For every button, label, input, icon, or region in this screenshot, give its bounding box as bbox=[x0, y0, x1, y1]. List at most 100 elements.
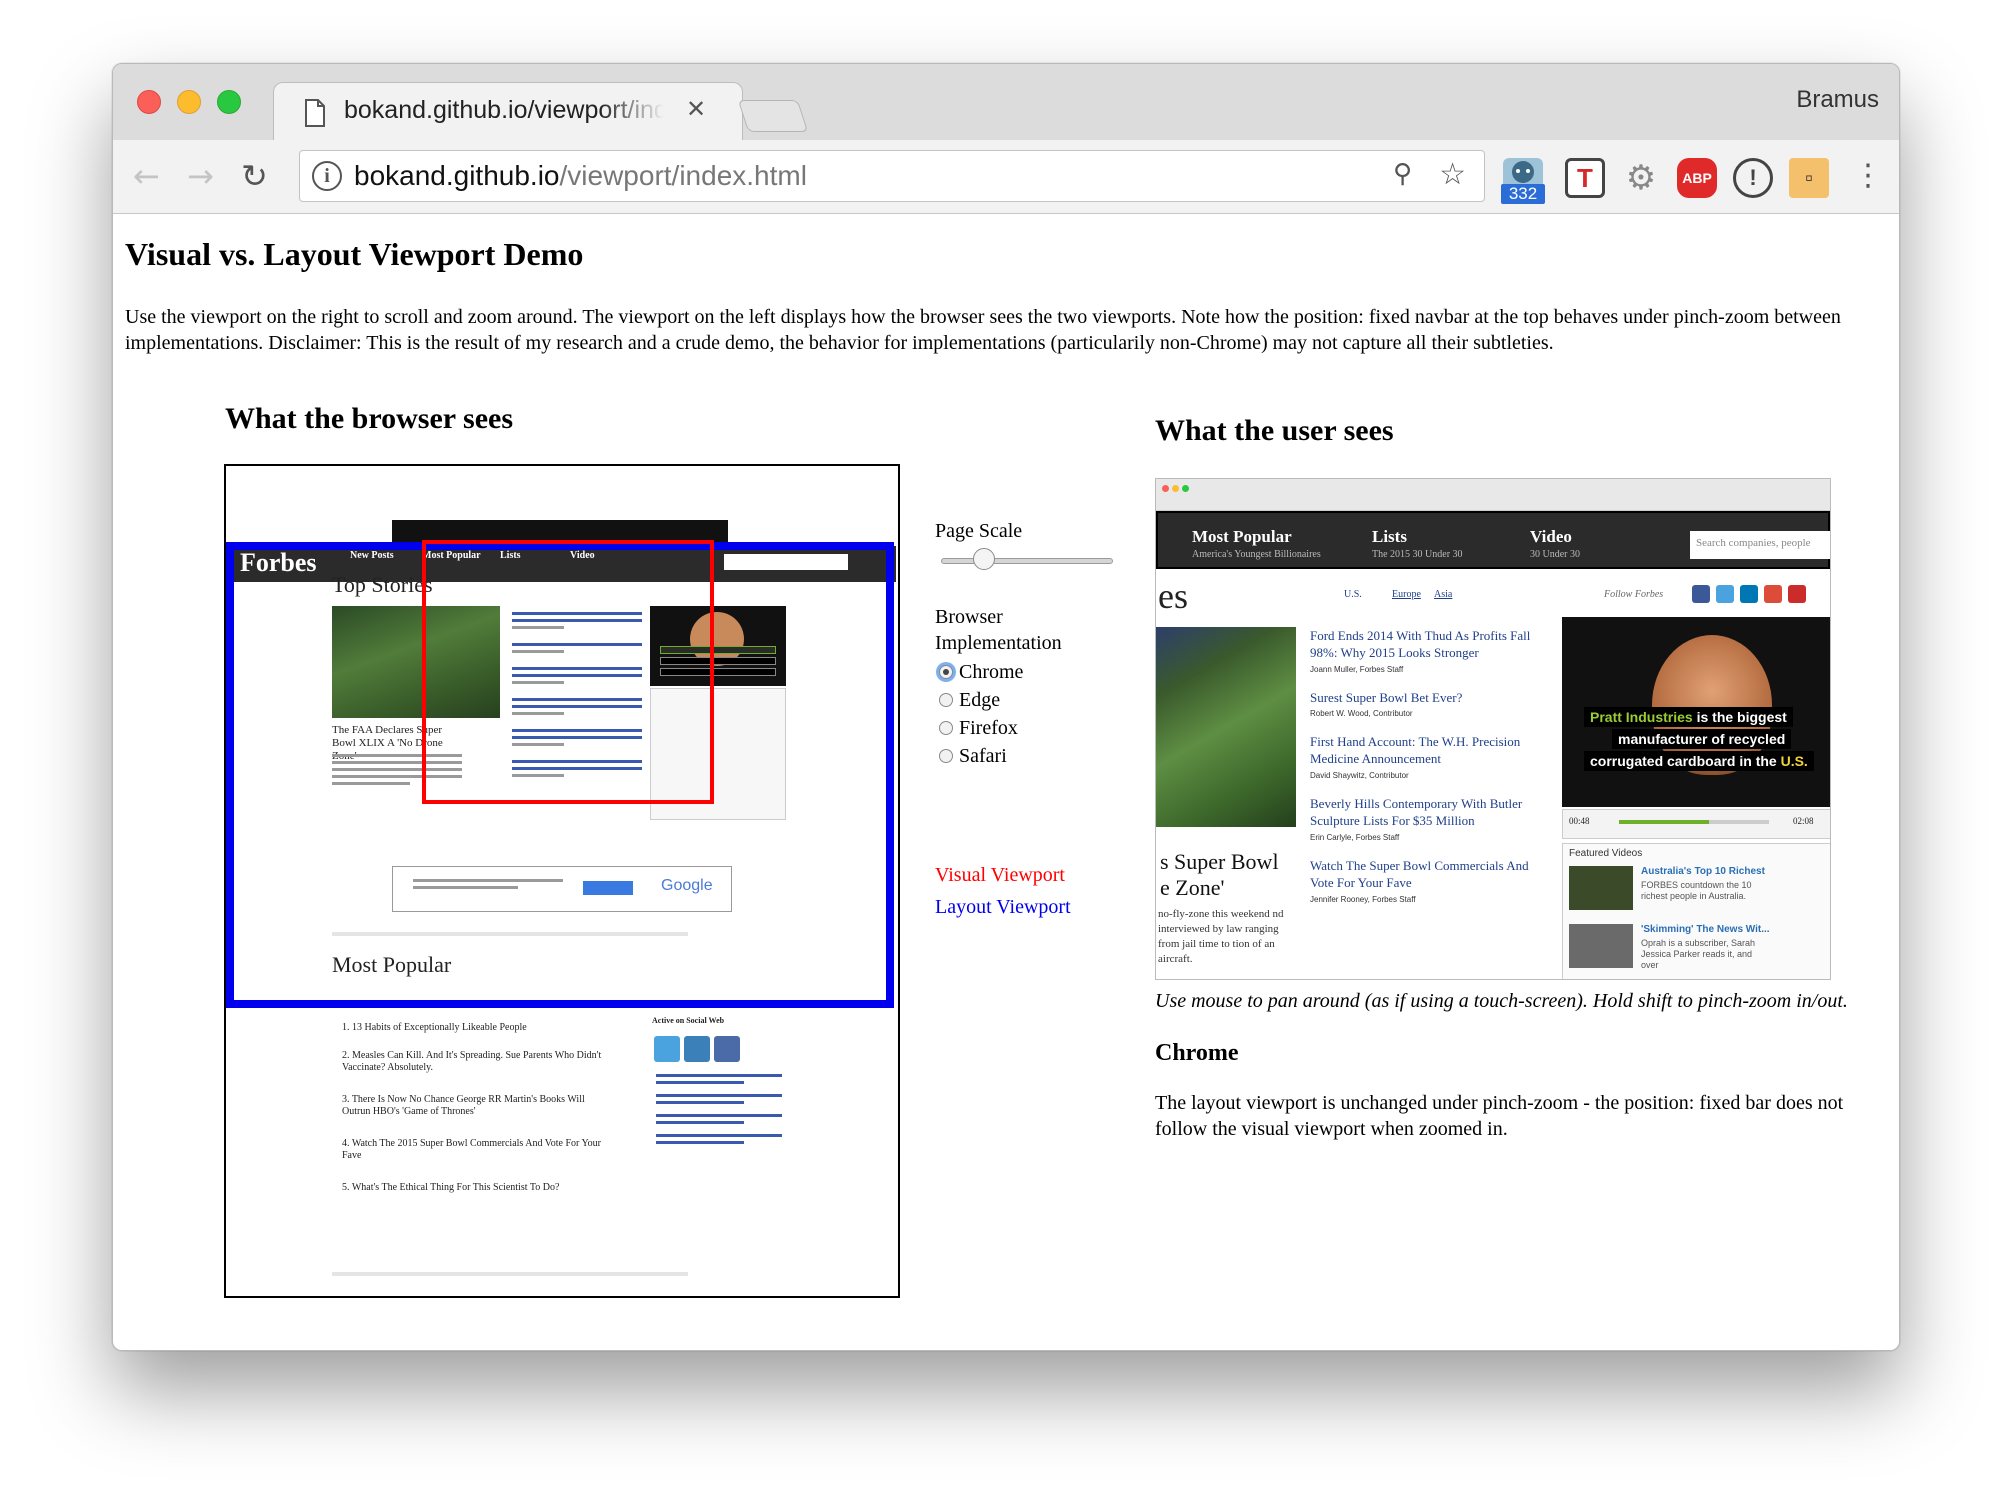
gear-extension-icon[interactable]: ⚙ bbox=[1621, 158, 1661, 198]
time-end: 02:08 bbox=[1793, 816, 1814, 826]
mini-close-icon bbox=[1162, 485, 1169, 492]
info-icon[interactable]: i bbox=[312, 161, 342, 191]
radio-button[interactable] bbox=[939, 721, 953, 735]
password-manager-icon[interactable]: ! bbox=[1733, 158, 1773, 198]
url-text[interactable]: bokand.github.io/viewport/index.html bbox=[354, 160, 807, 192]
facebook-icon bbox=[714, 1036, 740, 1062]
tag-europe: Europe bbox=[1392, 589, 1421, 600]
headline-fragment: s Super Bowl e Zone' bbox=[1160, 849, 1279, 901]
profile-name[interactable]: Bramus bbox=[1796, 86, 1879, 114]
new-tab-button[interactable] bbox=[737, 100, 809, 132]
popular-item: 1. 13 Habits of Exceptionally Likeable P… bbox=[342, 1022, 527, 1033]
radio-safari[interactable]: Safari bbox=[939, 744, 1007, 768]
radio-button-selected[interactable] bbox=[939, 665, 953, 679]
implementation-description: The layout viewport is unchanged under p… bbox=[1155, 1092, 1844, 1140]
tab-close-icon[interactable]: ✕ bbox=[686, 95, 706, 123]
radio-edge[interactable]: Edge bbox=[939, 688, 1000, 712]
popular-item: 5. What's The Ethical Thing For This Sci… bbox=[342, 1182, 560, 1193]
video-caption-line: manufacturer of recycled bbox=[1612, 729, 1792, 749]
radio-label: Safari bbox=[959, 745, 1007, 767]
address-bar[interactable]: i bokand.github.io/viewport/index.html ⚲… bbox=[299, 150, 1485, 202]
box-extension-icon[interactable]: ▫ bbox=[1789, 158, 1829, 198]
video-progress[interactable] bbox=[1619, 820, 1769, 824]
window-maximize-button[interactable] bbox=[217, 90, 241, 114]
adblock-extension-icon[interactable]: ABP bbox=[1677, 158, 1717, 198]
page-scale-slider[interactable] bbox=[941, 558, 1113, 564]
featured-desc: FORBES countdown the 10 richest people i… bbox=[1641, 880, 1752, 901]
youtube-icon bbox=[1788, 585, 1806, 603]
story-author: Erin Carlyle, Forbes Staff bbox=[1310, 833, 1400, 842]
page-scale-slider-thumb[interactable] bbox=[973, 548, 995, 570]
tab-active[interactable]: bokand.github.io/viewport/index.html ✕ bbox=[273, 82, 743, 142]
story-link: Beverly Hills Contemporary With Butler S… bbox=[1310, 796, 1523, 828]
caption-text: is the biggest bbox=[1696, 709, 1787, 725]
facebook-icon bbox=[1692, 585, 1710, 603]
featured-thumb bbox=[1569, 924, 1633, 968]
page-scale-label: Page Scale bbox=[935, 520, 1023, 542]
video-player[interactable]: Pratt Industries is the biggest manufact… bbox=[1562, 617, 1830, 807]
time-start: 00:48 bbox=[1569, 816, 1590, 826]
user-view-heading: What the user sees bbox=[1155, 414, 1394, 447]
radio-label: Edge bbox=[959, 689, 1001, 711]
back-arrow-icon[interactable]: ← bbox=[133, 160, 160, 192]
forbes-fixed-navbar: Most Popular America's Youngest Billiona… bbox=[1156, 511, 1830, 569]
featured-title: Australia's Top 10 Richest bbox=[1641, 866, 1765, 877]
story-author: Robert W. Wood, Contributor bbox=[1310, 709, 1413, 718]
popular-item: 4. Watch The 2015 Super Bowl Commercials… bbox=[342, 1138, 602, 1161]
section-heading-fragment: es bbox=[1158, 576, 1188, 616]
radio-label: Firefox bbox=[959, 717, 1018, 739]
browser-window: bokand.github.io/viewport/index.html ✕ B… bbox=[112, 63, 1900, 1351]
nav-title: Video bbox=[1530, 527, 1572, 546]
legend-layout-viewport: Layout Viewport bbox=[935, 896, 1071, 918]
video-controls[interactable]: 00:48 02:08 bbox=[1562, 809, 1830, 839]
reload-icon[interactable]: ↻ bbox=[241, 160, 268, 192]
extension-badge: 332 bbox=[1501, 184, 1545, 204]
octocat-extension-icon[interactable]: 332 bbox=[1501, 158, 1545, 204]
radio-button[interactable] bbox=[939, 693, 953, 707]
video-caption-line: corrugated cardboard in the U.S. bbox=[1584, 751, 1814, 771]
forward-arrow-icon[interactable]: → bbox=[187, 160, 214, 192]
window-minimize-button[interactable] bbox=[177, 90, 201, 114]
featured-desc: Oprah is a subscriber, Sarah Jessica Par… bbox=[1641, 938, 1756, 970]
zoom-icon[interactable]: ⚲ bbox=[1393, 159, 1412, 189]
menu-icon[interactable]: ⋮ bbox=[1853, 158, 1883, 198]
intro-paragraph: Use the viewport on the right to scroll … bbox=[125, 306, 1841, 354]
headline-line: e Zone' bbox=[1160, 875, 1225, 900]
window-close-button[interactable] bbox=[137, 90, 161, 114]
popular-item: 3. There Is Now No Chance George RR Mart… bbox=[342, 1094, 585, 1117]
caption-brand: Pratt Industries bbox=[1590, 709, 1693, 725]
t-extension-icon[interactable]: T bbox=[1565, 158, 1605, 198]
octocat-icon bbox=[1512, 161, 1534, 183]
story-author: Jennifer Rooney, Forbes Staff bbox=[1310, 895, 1416, 904]
implementation-heading: Chrome bbox=[1155, 1040, 1239, 1066]
document-icon bbox=[305, 99, 325, 127]
caption-text: corrugated cardboard in the bbox=[1590, 753, 1777, 769]
nav-subtitle: 30 Under 30 bbox=[1530, 549, 1580, 560]
user-view-thumbnail[interactable]: Most Popular America's Youngest Billiona… bbox=[1155, 478, 1831, 980]
bookmark-star-icon[interactable]: ☆ bbox=[1439, 157, 1466, 192]
radio-chrome[interactable]: Chrome bbox=[939, 660, 1023, 684]
featured-thumb bbox=[1569, 866, 1633, 910]
visual-viewport-rect bbox=[422, 540, 714, 804]
search-input: Search companies, people bbox=[1690, 531, 1830, 559]
url-path: /viewport/index.html bbox=[559, 160, 807, 191]
user-view-caption: Use mouse to pan around (as if using a t… bbox=[1155, 990, 1848, 1012]
story-author: David Shaywitz, Contributor bbox=[1310, 771, 1409, 780]
popular-item: 2. Measles Can Kill. And It's Spreading.… bbox=[342, 1050, 602, 1073]
nav-title: Lists bbox=[1372, 527, 1407, 546]
football-photo bbox=[1156, 627, 1296, 827]
radio-firefox[interactable]: Firefox bbox=[939, 716, 1018, 740]
tag-asia: Asia bbox=[1434, 589, 1453, 600]
mini-max-icon bbox=[1182, 485, 1189, 492]
browser-view-thumbnail: Forbes New Posts Most Popular Lists Vide… bbox=[224, 464, 900, 1298]
social-heading: Active on Social Web bbox=[652, 1016, 725, 1025]
social-links bbox=[656, 1074, 782, 1148]
tab-title: bokand.github.io/viewport/index.html bbox=[344, 96, 664, 124]
legend-visual-viewport: Visual Viewport bbox=[935, 864, 1065, 886]
story-link: Ford Ends 2014 With Thud As Profits Fall… bbox=[1310, 628, 1531, 660]
tag-us: U.S. bbox=[1344, 589, 1362, 600]
featured-title: 'Skimming' The News Wit... bbox=[1641, 924, 1770, 935]
radio-button[interactable] bbox=[939, 749, 953, 763]
story-link: First Hand Account: The W.H. Precision M… bbox=[1310, 734, 1521, 766]
page-content: Visual vs. Layout Viewport Demo Use the … bbox=[113, 214, 1899, 1350]
